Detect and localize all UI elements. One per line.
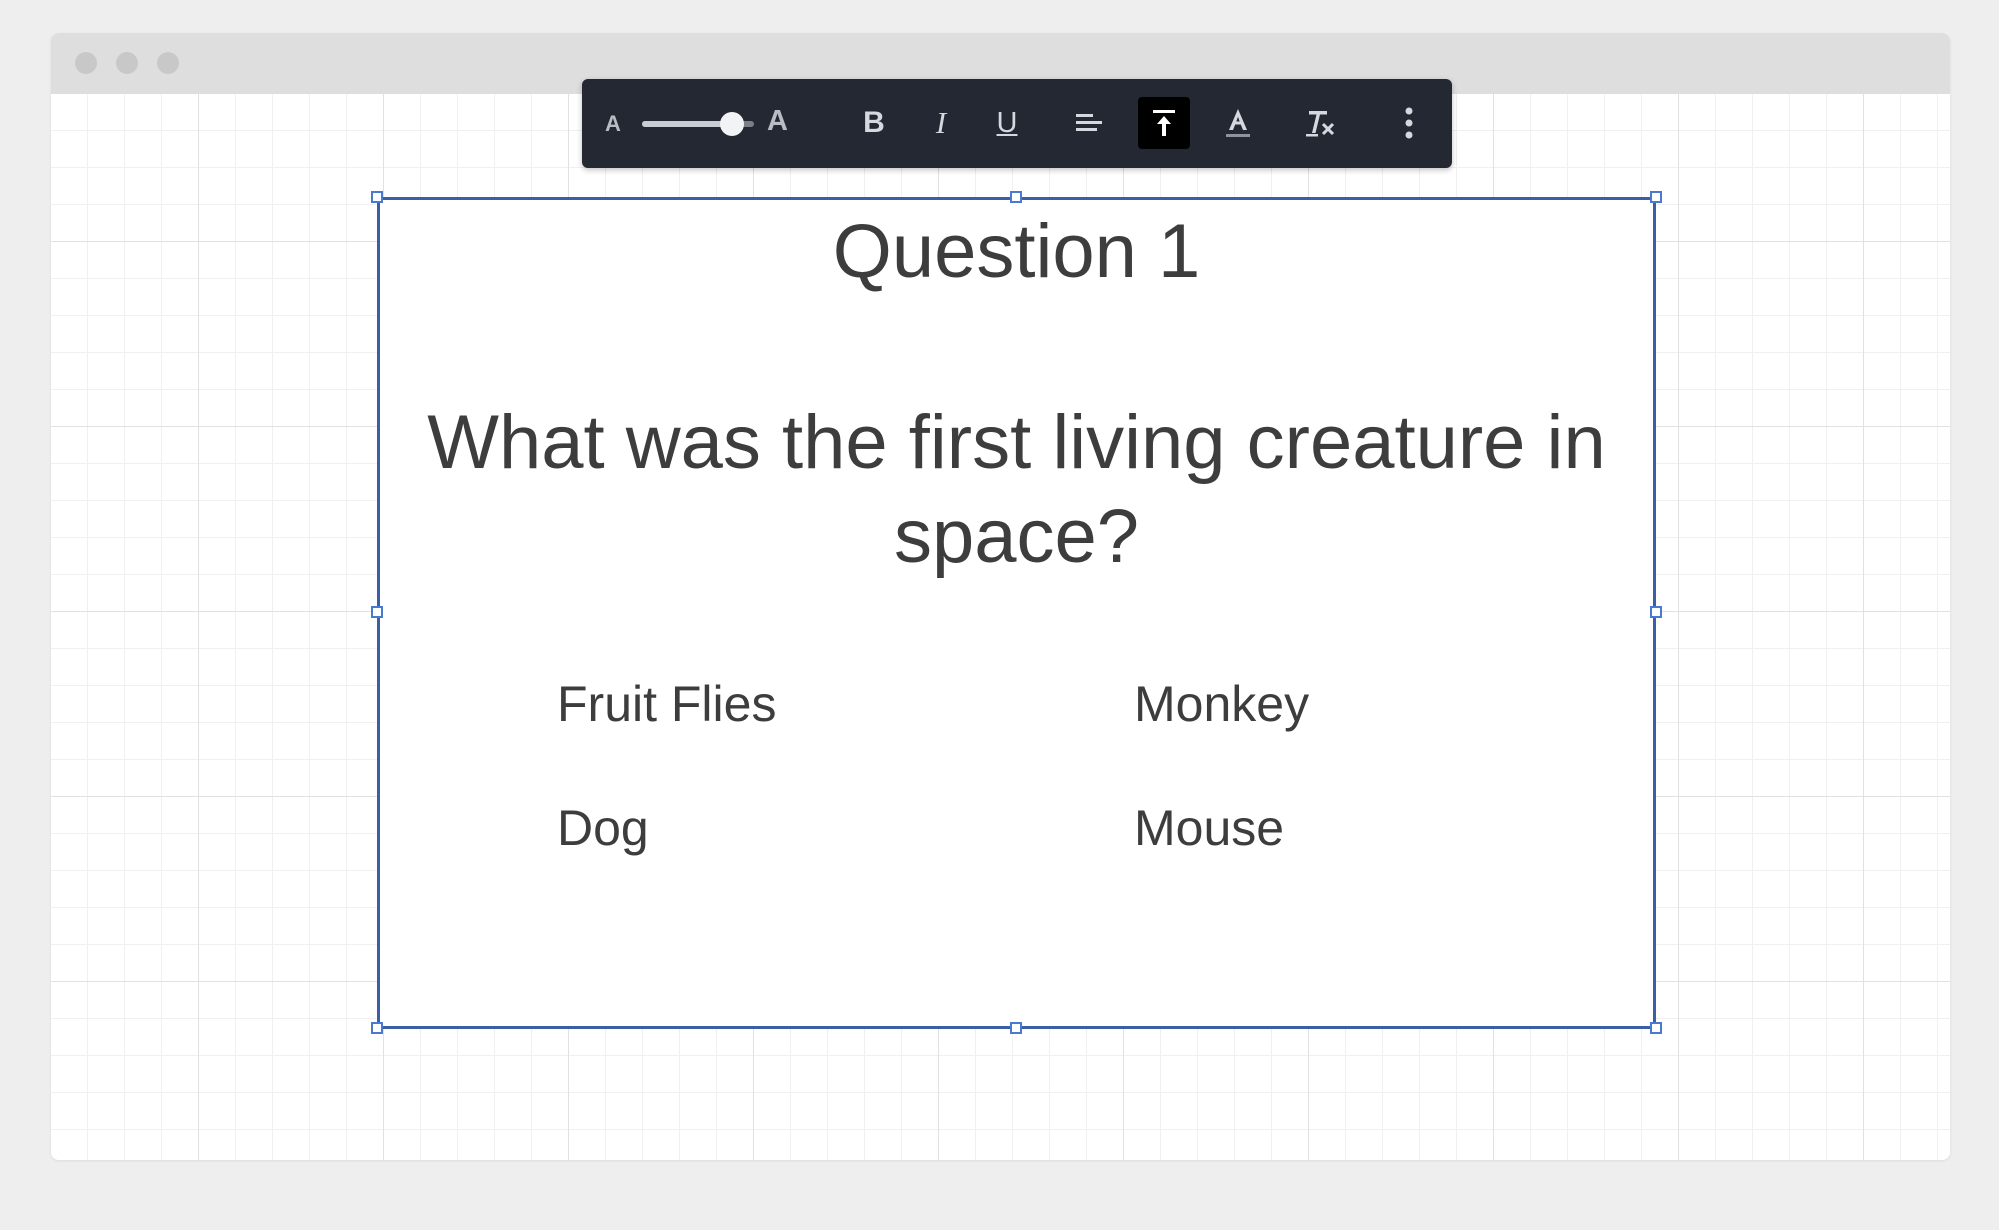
resize-handle-bottom-right[interactable] xyxy=(1650,1022,1662,1034)
italic-button[interactable]: I xyxy=(915,97,967,149)
font-size-slider-thumb[interactable] xyxy=(719,112,744,136)
italic-icon: I xyxy=(935,105,947,140)
answer-option: Dog xyxy=(557,800,649,856)
answer-option: Monkey xyxy=(1134,676,1310,732)
font-size-slider[interactable] xyxy=(642,112,754,136)
resize-handle-right[interactable] xyxy=(1650,606,1662,618)
window-close-dot[interactable] xyxy=(75,52,97,74)
font-size-decrease-icon: A xyxy=(605,111,621,136)
resize-handle-top-right[interactable] xyxy=(1650,191,1662,203)
align-button[interactable] xyxy=(1063,97,1115,149)
resize-handle-top[interactable] xyxy=(1010,191,1022,203)
clear-format-icon xyxy=(1306,111,1335,137)
align-left-icon xyxy=(1076,114,1102,131)
vertical-align-top-icon xyxy=(1153,110,1175,136)
selected-text-box[interactable]: Question 1 What was the first living cre… xyxy=(377,197,1656,1029)
resize-handle-left[interactable] xyxy=(371,606,383,618)
text-color-icon xyxy=(1226,109,1250,137)
slide-title: Question 1 xyxy=(832,209,1201,294)
underline-button[interactable]: U xyxy=(981,97,1033,149)
vertical-align-top-button[interactable] xyxy=(1138,97,1190,149)
font-size-slider-fill xyxy=(642,121,732,127)
answer-option: Mouse xyxy=(1134,800,1285,856)
underline-icon: U xyxy=(996,106,1018,139)
answer-option: Fruit Flies xyxy=(557,676,777,732)
window-minimize-dot[interactable] xyxy=(116,52,138,74)
text-format-toolbar: A A B I U xyxy=(582,79,1452,168)
more-options-button[interactable] xyxy=(1383,97,1435,149)
font-size-increase-icon: A xyxy=(767,105,788,137)
window-maximize-dot[interactable] xyxy=(157,52,179,74)
resize-handle-bottom[interactable] xyxy=(1010,1022,1022,1034)
resize-handle-top-left[interactable] xyxy=(371,191,383,203)
bold-icon: B xyxy=(863,106,885,139)
resize-handle-bottom-left[interactable] xyxy=(371,1022,383,1034)
text-color-button[interactable] xyxy=(1212,97,1264,149)
more-vertical-icon xyxy=(1405,107,1413,139)
clear-format-button[interactable] xyxy=(1294,97,1346,149)
bold-button[interactable]: B xyxy=(848,97,900,149)
question-text: What was the first living creature in sp… xyxy=(427,400,1606,579)
